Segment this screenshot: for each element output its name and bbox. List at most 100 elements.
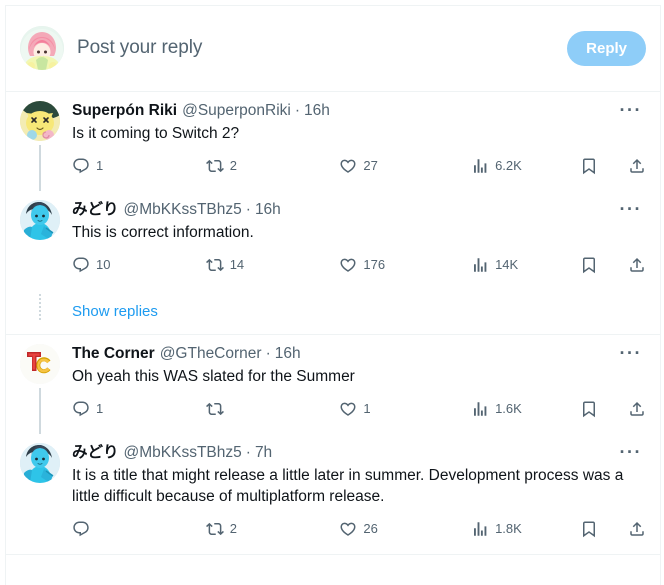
- views-count: 14K: [495, 257, 519, 272]
- thread-dots-column: [20, 290, 60, 334]
- author-display-name[interactable]: みどり: [72, 200, 119, 220]
- reply-content: みどり @MbKKssTBhz5 · 16h This is correct i…: [72, 200, 646, 290]
- author-display-name[interactable]: The Corner: [72, 344, 155, 364]
- like-count: 1: [363, 401, 371, 416]
- author-handle[interactable]: @SuperponRiki: [182, 101, 291, 121]
- bookmark-icon[interactable]: [580, 157, 598, 175]
- secondary-actions: [580, 400, 646, 418]
- share-icon[interactable]: [628, 157, 646, 175]
- timestamp[interactable]: 7h: [255, 443, 272, 463]
- more-options-icon[interactable]: ···: [620, 101, 642, 119]
- avatar-column: [20, 101, 60, 191]
- timestamp[interactable]: 16h: [304, 101, 330, 121]
- thread-connector-line: [39, 145, 41, 191]
- like-action[interactable]: 26: [339, 520, 471, 538]
- compose-reply-box[interactable]: Post your reply Reply: [6, 6, 660, 92]
- author-handle[interactable]: @MbKKssTBhz5: [124, 443, 242, 463]
- thread-connector-line: [39, 244, 41, 290]
- share-icon[interactable]: [628, 400, 646, 418]
- heart-icon: [339, 400, 357, 418]
- conversation-group-1: Superpón Riki @SuperponRiki · 16h Is it …: [6, 92, 660, 335]
- reply-item[interactable]: みどり @MbKKssTBhz5 · 16h This is correct i…: [6, 191, 660, 290]
- author-display-name[interactable]: みどり: [72, 443, 119, 463]
- views-bar-chart-icon: [471, 520, 489, 538]
- secondary-actions: [580, 520, 646, 538]
- reply-content: The Corner @GTheCorner · 16h Oh yeah thi…: [72, 344, 646, 434]
- header-separator: ·: [265, 345, 271, 362]
- views-bar-chart-icon: [471, 256, 489, 274]
- action-bar: 2 26 1.8K: [72, 518, 646, 552]
- show-replies-link[interactable]: Show replies: [72, 290, 158, 334]
- bookmark-icon[interactable]: [580, 520, 598, 538]
- like-count: 27: [363, 158, 378, 173]
- thread-connector-line: [39, 388, 41, 434]
- author-avatar[interactable]: [20, 101, 60, 141]
- like-count: 26: [363, 521, 378, 536]
- retweet-action[interactable]: 14: [205, 256, 340, 274]
- reply-action[interactable]: 1: [72, 400, 206, 418]
- more-options-icon[interactable]: ···: [620, 344, 642, 362]
- reply-action[interactable]: 10: [72, 256, 206, 274]
- share-icon[interactable]: [628, 520, 646, 538]
- reply-text: Is it coming to Switch 2?: [72, 125, 240, 142]
- header-separator: ·: [245, 444, 251, 461]
- more-options-icon[interactable]: ···: [620, 200, 642, 218]
- views-action[interactable]: 14K: [471, 256, 580, 274]
- reply-count: 1: [96, 401, 104, 416]
- bookmark-icon[interactable]: [580, 256, 598, 274]
- conversation-group-2: The Corner @GTheCorner · 16h Oh yeah thi…: [6, 335, 660, 555]
- secondary-actions: [580, 157, 646, 175]
- reply-thread-page: Post your reply Reply Superpón Riki @Sup…: [0, 0, 664, 585]
- reply-content: みどり @MbKKssTBhz5 · 7h It is a title that…: [72, 443, 646, 554]
- bookmark-icon[interactable]: [580, 400, 598, 418]
- current-user-avatar[interactable]: [20, 26, 64, 70]
- reply-action[interactable]: 1: [72, 157, 206, 175]
- retweet-icon: [205, 520, 224, 538]
- reply-count: 10: [96, 257, 111, 272]
- reply-item[interactable]: The Corner @GTheCorner · 16h Oh yeah thi…: [6, 335, 660, 434]
- author-display-name[interactable]: Superpón Riki: [72, 101, 177, 121]
- thread-connector-line: [39, 487, 41, 554]
- like-action[interactable]: 176: [339, 256, 471, 274]
- like-count: 176: [363, 257, 386, 272]
- reply-content: Superpón Riki @SuperponRiki · 16h Is it …: [72, 101, 646, 191]
- reply-header: Superpón Riki @SuperponRiki · 16h: [72, 101, 646, 121]
- author-handle[interactable]: @GTheCorner: [160, 344, 262, 364]
- reply-input-placeholder[interactable]: Post your reply: [77, 37, 567, 59]
- views-count: 6.2K: [495, 158, 522, 173]
- comment-icon: [72, 520, 90, 538]
- like-action[interactable]: 1: [339, 400, 471, 418]
- like-action[interactable]: 27: [339, 157, 471, 175]
- author-avatar[interactable]: [20, 443, 60, 483]
- timestamp[interactable]: 16h: [255, 200, 281, 220]
- author-avatar[interactable]: [20, 344, 60, 384]
- more-options-icon[interactable]: ···: [620, 443, 642, 461]
- views-bar-chart-icon: [471, 157, 489, 175]
- author-handle[interactable]: @MbKKssTBhz5: [124, 200, 242, 220]
- retweet-action[interactable]: [205, 400, 340, 418]
- views-action[interactable]: 6.2K: [471, 157, 580, 175]
- avatar-column: [20, 443, 60, 554]
- retweet-action[interactable]: 2: [205, 520, 340, 538]
- retweet-action[interactable]: 2: [205, 157, 340, 175]
- retweet-count: 2: [229, 158, 237, 173]
- views-action[interactable]: 1.6K: [471, 400, 580, 418]
- reply-header: みどり @MbKKssTBhz5 · 16h: [72, 200, 646, 220]
- reply-item[interactable]: Superpón Riki @SuperponRiki · 16h Is it …: [6, 92, 660, 191]
- retweet-count: 2: [229, 521, 237, 536]
- comment-icon: [72, 157, 90, 175]
- reply-count: 1: [96, 158, 104, 173]
- retweet-icon: [205, 157, 224, 175]
- reply-submit-button[interactable]: Reply: [567, 30, 646, 66]
- thread-dotted-line: [39, 294, 41, 320]
- reply-action[interactable]: [72, 520, 206, 538]
- show-replies-row[interactable]: Show replies: [6, 290, 660, 334]
- reply-item[interactable]: みどり @MbKKssTBhz5 · 7h It is a title that…: [6, 434, 660, 554]
- heart-icon: [339, 157, 357, 175]
- views-count: 1.8K: [495, 521, 522, 536]
- comment-icon: [72, 256, 90, 274]
- share-icon[interactable]: [628, 256, 646, 274]
- timestamp[interactable]: 16h: [275, 344, 301, 364]
- author-avatar[interactable]: [20, 200, 60, 240]
- views-action[interactable]: 1.8K: [471, 520, 580, 538]
